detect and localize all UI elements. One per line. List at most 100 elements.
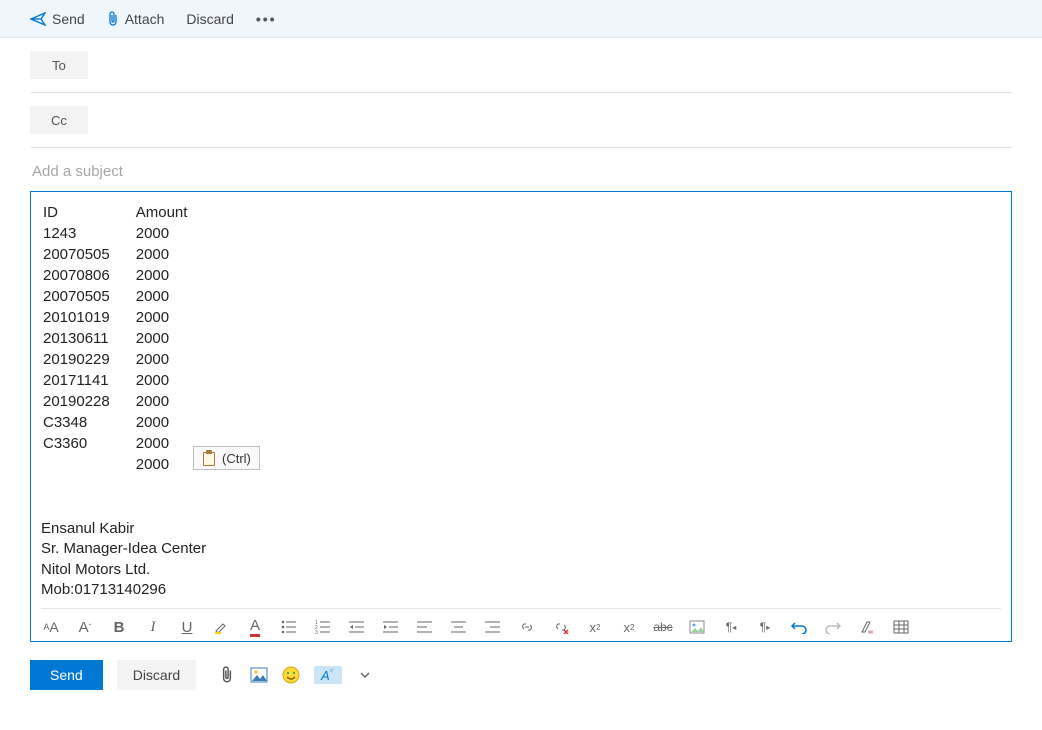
- to-row: To: [30, 38, 1012, 93]
- paste-options-button[interactable]: (Ctrl): [193, 446, 260, 470]
- message-body[interactable]: ID Amount 124320002007050520002007080620…: [30, 191, 1012, 642]
- table-row: 12432000: [43, 225, 201, 244]
- subject-input[interactable]: [30, 162, 1012, 181]
- emoji-icon[interactable]: [282, 666, 300, 684]
- indent-icon[interactable]: [383, 619, 399, 635]
- clipboard-icon: [202, 450, 216, 466]
- send-button[interactable]: Send: [30, 660, 103, 690]
- paperclip-icon: [107, 11, 119, 27]
- signature-company: Nitol Motors Ltd.: [41, 560, 1001, 580]
- rtl-icon[interactable]: ¶▸: [757, 619, 773, 635]
- svg-text:3: 3: [315, 630, 318, 634]
- recipients-section: To Cc: [0, 38, 1042, 148]
- to-input[interactable]: [102, 56, 1012, 74]
- cell-id: [43, 456, 124, 475]
- more-actions-button[interactable]: •••: [256, 11, 277, 27]
- table-row: 201306112000: [43, 330, 201, 349]
- redo-icon[interactable]: [825, 619, 841, 635]
- bullet-list-icon[interactable]: [281, 619, 297, 635]
- cell-id: C3360: [43, 435, 124, 454]
- cell-amount: 2000: [126, 456, 202, 475]
- cell-amount: 2000: [126, 330, 202, 349]
- attach-icon[interactable]: [218, 666, 236, 684]
- clear-format-icon[interactable]: [859, 619, 875, 635]
- strikethrough-icon[interactable]: abc: [655, 619, 671, 635]
- table-icon[interactable]: [893, 619, 909, 635]
- cell-id: 1243: [43, 225, 124, 244]
- cell-amount: 2000: [126, 309, 202, 328]
- cc-input[interactable]: [102, 111, 1012, 129]
- cell-amount: 2000: [126, 351, 202, 370]
- attach-top-button[interactable]: Attach: [107, 11, 165, 27]
- cell-amount: 2000: [126, 414, 202, 433]
- compose-bottom-bar: Send Discard A: [0, 646, 1042, 704]
- superscript-icon[interactable]: x2: [587, 619, 603, 635]
- cell-id: 20070505: [43, 246, 124, 265]
- cell-id: 20070806: [43, 267, 124, 286]
- table-row: 200705052000: [43, 246, 201, 265]
- send-icon: [30, 12, 46, 26]
- table-row: 201711412000: [43, 372, 201, 391]
- cell-id: 20101019: [43, 309, 124, 328]
- insert-image-icon[interactable]: [689, 619, 705, 635]
- discard-button[interactable]: Discard: [117, 660, 196, 690]
- signature-mobile: Mob:01713140296: [41, 580, 1001, 600]
- highlight-icon[interactable]: [213, 619, 229, 635]
- table-row: 2000: [43, 456, 201, 475]
- font-color-icon[interactable]: A: [247, 619, 263, 635]
- email-signature: Ensanul Kabir Sr. Manager-Idea Center Ni…: [41, 519, 1001, 600]
- picture-icon[interactable]: [250, 666, 268, 684]
- table-row: C33602000: [43, 435, 201, 454]
- signature-title: Sr. Manager-Idea Center: [41, 539, 1001, 559]
- svg-text:A: A: [320, 668, 330, 683]
- link-icon[interactable]: [519, 619, 535, 635]
- font-size-icon[interactable]: AA: [43, 619, 59, 635]
- bottom-icon-set: A: [218, 666, 374, 684]
- send-top-label: Send: [52, 11, 85, 27]
- cell-amount: 2000: [126, 246, 202, 265]
- unlink-icon[interactable]: [553, 619, 569, 635]
- align-left-icon[interactable]: [417, 619, 433, 635]
- attach-top-label: Attach: [125, 11, 165, 27]
- cell-id: 20070505: [43, 288, 124, 307]
- table-row: 201902282000: [43, 393, 201, 412]
- cell-id: 20190228: [43, 393, 124, 412]
- cell-amount: 2000: [126, 267, 202, 286]
- cell-id: 20190229: [43, 351, 124, 370]
- cell-amount: 2000: [126, 372, 202, 391]
- ltr-icon[interactable]: ¶◂: [723, 619, 739, 635]
- italic-icon[interactable]: I: [145, 619, 161, 635]
- subscript-icon[interactable]: x2: [621, 619, 637, 635]
- cell-id: 20171141: [43, 372, 124, 391]
- more-options-chevron-icon[interactable]: [356, 666, 374, 684]
- format-toolbar: AA Aˇ B I U A 123 x2 x2 abc ¶◂ ¶▸: [41, 608, 1001, 639]
- table-row: 201010192000: [43, 309, 201, 328]
- cell-amount: 2000: [126, 225, 202, 244]
- header-amount: Amount: [126, 204, 202, 223]
- table-row: 201902292000: [43, 351, 201, 370]
- discard-top-button[interactable]: Discard: [186, 11, 233, 27]
- table-row: 200705052000: [43, 288, 201, 307]
- undo-icon[interactable]: [791, 619, 807, 635]
- number-list-icon[interactable]: 123: [315, 619, 331, 635]
- formatting-toggle-icon[interactable]: A: [314, 666, 342, 684]
- align-right-icon[interactable]: [485, 619, 501, 635]
- align-center-icon[interactable]: [451, 619, 467, 635]
- table-row: 200708062000: [43, 267, 201, 286]
- to-button[interactable]: To: [30, 51, 88, 79]
- font-style-icon[interactable]: Aˇ: [77, 619, 93, 635]
- subject-row: [0, 148, 1042, 191]
- outdent-icon[interactable]: [349, 619, 365, 635]
- underline-icon[interactable]: U: [179, 619, 195, 635]
- header-id: ID: [43, 204, 124, 223]
- bold-icon[interactable]: B: [111, 619, 127, 635]
- discard-top-label: Discard: [186, 11, 233, 27]
- send-top-button[interactable]: Send: [30, 11, 85, 27]
- signature-name: Ensanul Kabir: [41, 519, 1001, 539]
- cell-amount: 2000: [126, 288, 202, 307]
- cell-amount: 2000: [126, 435, 202, 454]
- table-header-row: ID Amount: [43, 204, 201, 223]
- paste-options-label: (Ctrl): [222, 451, 251, 466]
- cc-row: Cc: [30, 93, 1012, 148]
- cc-button[interactable]: Cc: [30, 106, 88, 134]
